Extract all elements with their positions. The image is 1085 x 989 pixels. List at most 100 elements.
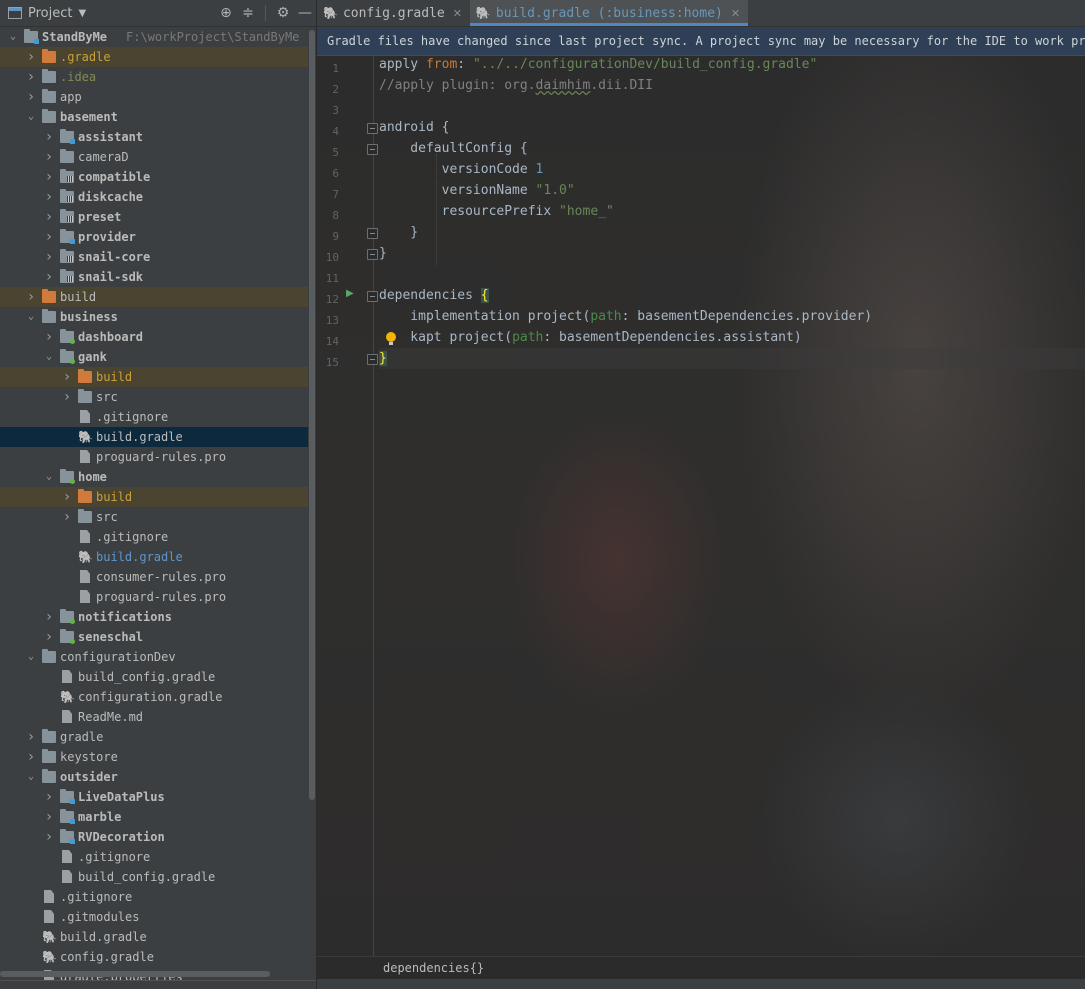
project-view-selector[interactable]: Project: [28, 6, 72, 21]
chevron-right-icon[interactable]: ›: [26, 727, 36, 747]
tree-item[interactable]: › gradle: [0, 727, 308, 747]
chevron-right-icon[interactable]: ›: [44, 787, 54, 807]
chevron-right-icon[interactable]: ›: [62, 367, 72, 387]
chevron-down-icon[interactable]: ⌄: [26, 767, 36, 787]
tree-item[interactable]: 🐘 build.gradle: [0, 927, 308, 947]
run-icon[interactable]: ▶: [346, 288, 354, 299]
chevron-right-icon[interactable]: ›: [44, 147, 54, 167]
tree-item[interactable]: 🐘 config.gradle: [0, 947, 308, 967]
tree-item[interactable]: ⌄ configurationDev: [0, 647, 308, 667]
chevron-right-icon[interactable]: ›: [44, 227, 54, 247]
tree-item[interactable]: › build: [0, 487, 308, 507]
tree-item[interactable]: › LiveDataPlus: [0, 787, 308, 807]
chevron-right-icon[interactable]: ›: [44, 167, 54, 187]
tree-item[interactable]: › compatible: [0, 167, 308, 187]
tree-item[interactable]: ⌄ StandByMe F:\workProject\StandByMe: [0, 27, 308, 47]
fold-marker-icon[interactable]: [367, 144, 378, 155]
tree-item[interactable]: › cameraD: [0, 147, 308, 167]
chevron-right-icon[interactable]: ›: [26, 87, 36, 107]
chevron-right-icon[interactable]: ›: [44, 827, 54, 847]
tree-item[interactable]: ⌄ business: [0, 307, 308, 327]
chevron-right-icon[interactable]: ›: [62, 487, 72, 507]
tab-config-gradle[interactable]: 🐘 config.gradle ✕: [317, 0, 470, 26]
tree-item[interactable]: › marble: [0, 807, 308, 827]
chevron-down-icon[interactable]: ⌄: [8, 27, 18, 47]
tree-item[interactable]: › seneschal: [0, 627, 308, 647]
tree-item[interactable]: › build: [0, 287, 308, 307]
close-icon[interactable]: ✕: [731, 7, 740, 20]
chevron-right-icon[interactable]: ›: [44, 627, 54, 647]
tree-item[interactable]: › build: [0, 367, 308, 387]
chevron-right-icon[interactable]: ›: [44, 127, 54, 147]
tree-item[interactable]: › dashboard: [0, 327, 308, 347]
tree-item[interactable]: › preset: [0, 207, 308, 227]
tree-item[interactable]: build_config.gradle: [0, 667, 308, 687]
code-editor[interactable]: apply from: "../../configurationDev/buil…: [379, 54, 1085, 369]
chevron-right-icon[interactable]: ›: [44, 187, 54, 207]
tree-item[interactable]: › notifications: [0, 607, 308, 627]
chevron-down-icon[interactable]: ⌄: [26, 307, 36, 327]
tree-item[interactable]: › assistant: [0, 127, 308, 147]
tree-item[interactable]: proguard-rules.pro: [0, 587, 308, 607]
tree-item[interactable]: 🐘 build.gradle: [0, 547, 308, 567]
tree-item[interactable]: 🐘 configuration.gradle: [0, 687, 308, 707]
tree-item[interactable]: › .gradle: [0, 47, 308, 67]
fold-marker-icon[interactable]: [367, 291, 378, 302]
tree-item[interactable]: build_config.gradle: [0, 867, 308, 887]
chevron-right-icon[interactable]: ›: [44, 327, 54, 347]
chevron-down-icon[interactable]: ⌄: [44, 467, 54, 487]
chevron-right-icon[interactable]: ›: [44, 607, 54, 627]
chevron-right-icon[interactable]: ›: [62, 507, 72, 527]
file-icon: [80, 410, 90, 423]
close-icon[interactable]: ✕: [453, 7, 462, 20]
tree-item[interactable]: .gitignore: [0, 527, 308, 547]
tab-build-gradle-home[interactable]: 🐘 build.gradle (:business:home) ✕: [469, 0, 749, 26]
tree-item[interactable]: ReadMe.md: [0, 707, 308, 727]
vertical-scrollbar[interactable]: [309, 30, 315, 800]
tree-item[interactable]: › .idea: [0, 67, 308, 87]
tree-item[interactable]: ⌄ gank: [0, 347, 308, 367]
tree-item[interactable]: › diskcache: [0, 187, 308, 207]
tree-item[interactable]: ⌄ home: [0, 467, 308, 487]
chevron-down-icon[interactable]: ⌄: [44, 347, 54, 367]
tree-item[interactable]: ⌄ basement: [0, 107, 308, 127]
fold-marker-icon[interactable]: [367, 249, 378, 260]
tree-item[interactable]: .gitignore: [0, 847, 308, 867]
chevron-right-icon[interactable]: ›: [62, 387, 72, 407]
locate-file-icon[interactable]: ⊕: [215, 5, 237, 21]
tree-item[interactable]: consumer-rules.pro: [0, 567, 308, 587]
breadcrumb[interactable]: dependencies{}: [317, 956, 1085, 979]
collapse-all-icon[interactable]: ≑: [237, 5, 259, 21]
tree-item[interactable]: .gitignore: [0, 887, 308, 907]
tree-item[interactable]: proguard-rules.pro: [0, 447, 308, 467]
tree-item[interactable]: ⌄ outsider: [0, 767, 308, 787]
hide-panel-icon[interactable]: —: [294, 5, 316, 21]
tree-item[interactable]: › src: [0, 507, 308, 527]
tree-item[interactable]: › app: [0, 87, 308, 107]
chevron-right-icon[interactable]: ›: [44, 247, 54, 267]
fold-marker-icon[interactable]: [367, 354, 378, 365]
chevron-right-icon[interactable]: ›: [26, 747, 36, 767]
chevron-down-icon[interactable]: ▼: [78, 8, 86, 19]
chevron-right-icon[interactable]: ›: [44, 207, 54, 227]
tree-item[interactable]: › RVDecoration: [0, 827, 308, 847]
fold-marker-icon[interactable]: [367, 123, 378, 134]
tree-item[interactable]: .gitmodules: [0, 907, 308, 927]
fold-marker-icon[interactable]: [367, 228, 378, 239]
gear-icon[interactable]: ⚙: [272, 5, 294, 21]
tree-item[interactable]: 🐘 build.gradle: [0, 427, 308, 447]
horizontal-scrollbar[interactable]: [0, 971, 270, 977]
tree-item[interactable]: › provider: [0, 227, 308, 247]
tree-item[interactable]: .gitignore: [0, 407, 308, 427]
chevron-right-icon[interactable]: ›: [26, 67, 36, 87]
chevron-down-icon[interactable]: ⌄: [26, 107, 36, 127]
tree-item[interactable]: › snail-sdk: [0, 267, 308, 287]
tree-item[interactable]: › src: [0, 387, 308, 407]
chevron-right-icon[interactable]: ›: [44, 807, 54, 827]
tree-item[interactable]: › snail-core: [0, 247, 308, 267]
chevron-down-icon[interactable]: ⌄: [26, 647, 36, 667]
chevron-right-icon[interactable]: ›: [26, 287, 36, 307]
chevron-right-icon[interactable]: ›: [26, 47, 36, 67]
chevron-right-icon[interactable]: ›: [44, 267, 54, 287]
tree-item[interactable]: › keystore: [0, 747, 308, 767]
